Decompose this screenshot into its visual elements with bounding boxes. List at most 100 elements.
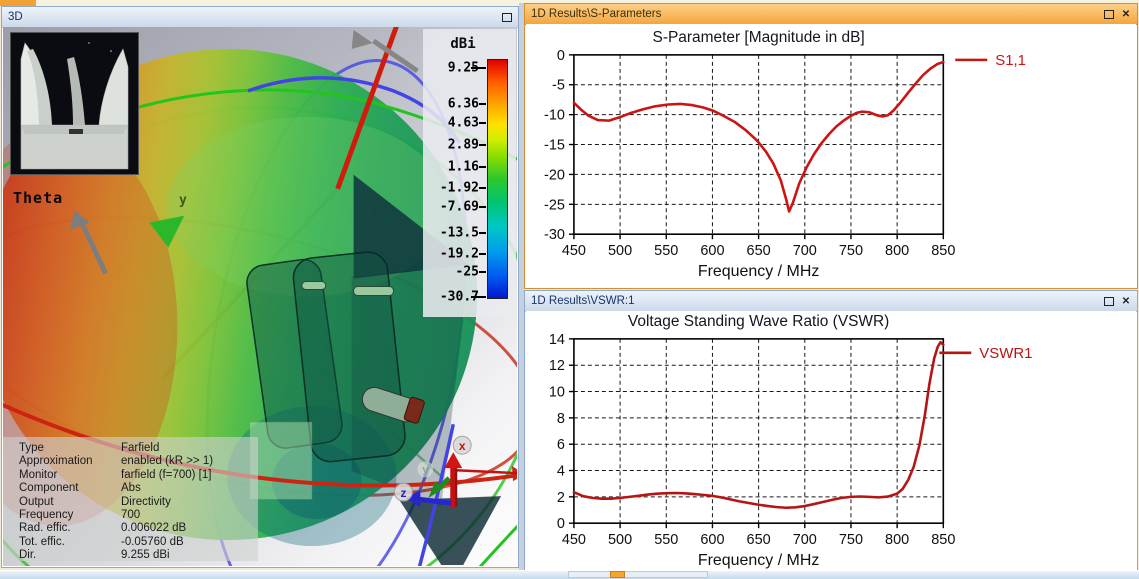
y-tick-label: 8 — [557, 411, 565, 427]
y-tick-label: -5 — [552, 78, 565, 94]
antenna-preview-inset — [10, 32, 139, 175]
antenna-model-image — [11, 33, 138, 174]
window-3d-titlebar[interactable]: 3D — [2, 7, 518, 28]
vswr-title: 1D Results\VSWR:1 — [531, 295, 635, 307]
y-tick-label: -20 — [544, 167, 565, 183]
vswr-titlebar[interactable]: 1D Results\VSWR:1 ✕ — [525, 291, 1137, 312]
info-label: Component — [19, 482, 79, 495]
colorbar-tick — [479, 205, 486, 208]
x-tick-label: 500 — [608, 532, 632, 548]
info-label: Dir. — [19, 549, 37, 562]
info-row: Output Directivity — [19, 496, 258, 509]
colorbar-tick — [479, 186, 486, 189]
close-icon[interactable]: ✕ — [1119, 295, 1133, 307]
maximize-icon[interactable] — [500, 11, 514, 23]
x-tick-label: 850 — [931, 532, 955, 548]
colorbar-label: -1.92 — [439, 180, 479, 196]
vswr-body: 450 500 550 600 650 700 750 800 850 0 2 4 6 8 10 12 14 Vo… — [526, 311, 1136, 570]
close-icon[interactable]: ✕ — [1119, 8, 1133, 20]
colorbar-label: -19.2 — [439, 246, 479, 262]
info-row: Dir. 9.255 dBi — [19, 549, 258, 562]
info-row: Rad. effic. 0.006022 dB — [19, 522, 258, 535]
x-axis-label: Frequency / MHz — [698, 263, 819, 280]
info-value: farfield (f=700) [1] — [121, 468, 212, 481]
info-value: 0.006022 dB — [121, 522, 187, 535]
colorbar-tick — [479, 166, 486, 169]
info-row: Approximation enabled (kR >> 1) — [19, 455, 258, 468]
x-axis-label: Frequency / MHz — [698, 552, 820, 569]
3d-viewport[interactable]: y x z Theta y dBi 9.25 6.36 4.63 2.89 1.… — [3, 27, 517, 566]
legend-label[interactable]: VSWR1 — [979, 345, 1032, 362]
y-tick-label: 6 — [557, 437, 565, 453]
colorbar-tick — [471, 66, 486, 69]
x-tick-label: 700 — [793, 532, 817, 548]
antenna-feed — [69, 129, 83, 134]
colorbar-gradient — [487, 59, 508, 299]
info-value: Abs — [121, 482, 141, 495]
colorbar-tick — [479, 271, 486, 274]
app-frame-accent — [0, 0, 36, 6]
s-parameters-body: 450 500 550 600 650 700 750 800 850 0 -5 -10 -15 -20 -… — [526, 24, 1136, 287]
colorbar-tick — [479, 144, 486, 147]
bottom-accent-chip — [610, 571, 625, 578]
y-axis-label: y — [179, 193, 187, 208]
z-axis-badge-label: z — [400, 486, 406, 500]
maximize-icon[interactable] — [1102, 295, 1116, 307]
x-tick-label: 450 — [562, 532, 586, 548]
x-tick-label: 800 — [885, 532, 909, 548]
y-tick-label: 0 — [557, 516, 565, 532]
info-value: 700 — [121, 508, 141, 521]
info-label: Tot. effic. — [19, 535, 65, 548]
bottom-tab[interactable] — [568, 571, 708, 578]
antenna-pin-1 — [301, 281, 327, 291]
info-value: -0.05760 dB — [121, 535, 184, 548]
s-parameter-chart[interactable]: 450 500 550 600 650 700 750 800 850 0 -5 -10 -15 -20 -… — [526, 24, 1136, 287]
y-tick-label: 12 — [549, 358, 565, 374]
y-tick-label: 10 — [549, 385, 565, 401]
x-tick-label: 550 — [654, 243, 678, 259]
info-value: enabled (kR >> 1) — [121, 455, 214, 468]
bounding-box-face — [249, 421, 313, 500]
colorbar-label: 4.63 — [447, 115, 479, 131]
x-tick-label: 750 — [839, 532, 863, 548]
window-3d-title: 3D — [8, 11, 23, 23]
x-tick-label: 600 — [700, 532, 724, 548]
y-tick-label: -25 — [544, 197, 565, 213]
chart-title: S-Parameter [Magnitude in dB] — [653, 29, 865, 46]
x-tick-label: 800 — [885, 243, 909, 259]
vswr-chart[interactable]: 450 500 550 600 650 700 750 800 850 0 2 4 6 8 10 12 14 Vo… — [526, 311, 1136, 570]
window-3d: 3D y x z Theta y dBi 9.25 6.36 4.63 2.89… — [1, 6, 519, 568]
info-row: Type Farfield — [19, 442, 258, 455]
y-tick-label: -10 — [544, 108, 565, 124]
x-tick-label: 650 — [747, 243, 771, 259]
maximize-icon[interactable] — [1102, 8, 1116, 20]
y-tick-label: 2 — [557, 490, 565, 506]
s-parameters-titlebar[interactable]: 1D Results\S-Parameters ✕ — [525, 4, 1137, 25]
y-tick-label: 14 — [549, 332, 565, 348]
chart-title: Voltage Standing Wave Ratio (VSWR) — [628, 313, 889, 330]
info-value: Directivity — [121, 495, 171, 508]
x-tick-label: 750 — [839, 243, 863, 259]
info-row: Tot. effic. -0.05760 dB — [19, 536, 258, 549]
window-vswr: 1D Results\VSWR:1 ✕ 450 500 550 600 650 700 75… — [524, 290, 1138, 572]
colorbar-tick — [479, 231, 486, 234]
colorbar-tick — [471, 296, 486, 298]
legend-label[interactable]: S1,1 — [995, 52, 1026, 69]
colorbar-tick — [479, 122, 486, 125]
y-tick-label: -15 — [544, 138, 565, 154]
colorbar-label: -25 — [455, 264, 479, 280]
y-axis-badge-label: y — [422, 464, 429, 476]
colorbar-tick — [479, 253, 486, 256]
s-parameters-title: 1D Results\S-Parameters — [531, 8, 662, 20]
info-label: Rad. effic. — [19, 522, 71, 535]
theta-label: Theta — [13, 189, 64, 207]
x-axis-badge-label: x — [459, 439, 466, 453]
x-tick-label: 850 — [931, 243, 955, 259]
info-value: 9.255 dBi — [121, 549, 170, 562]
info-label: Approximation — [19, 455, 93, 468]
colorbar-label: 1.16 — [447, 159, 479, 175]
colorbar-label: -7.69 — [439, 199, 479, 215]
info-label: Type — [19, 442, 44, 454]
colorbar-tick — [479, 102, 486, 105]
y-tick-label: 0 — [557, 48, 565, 64]
